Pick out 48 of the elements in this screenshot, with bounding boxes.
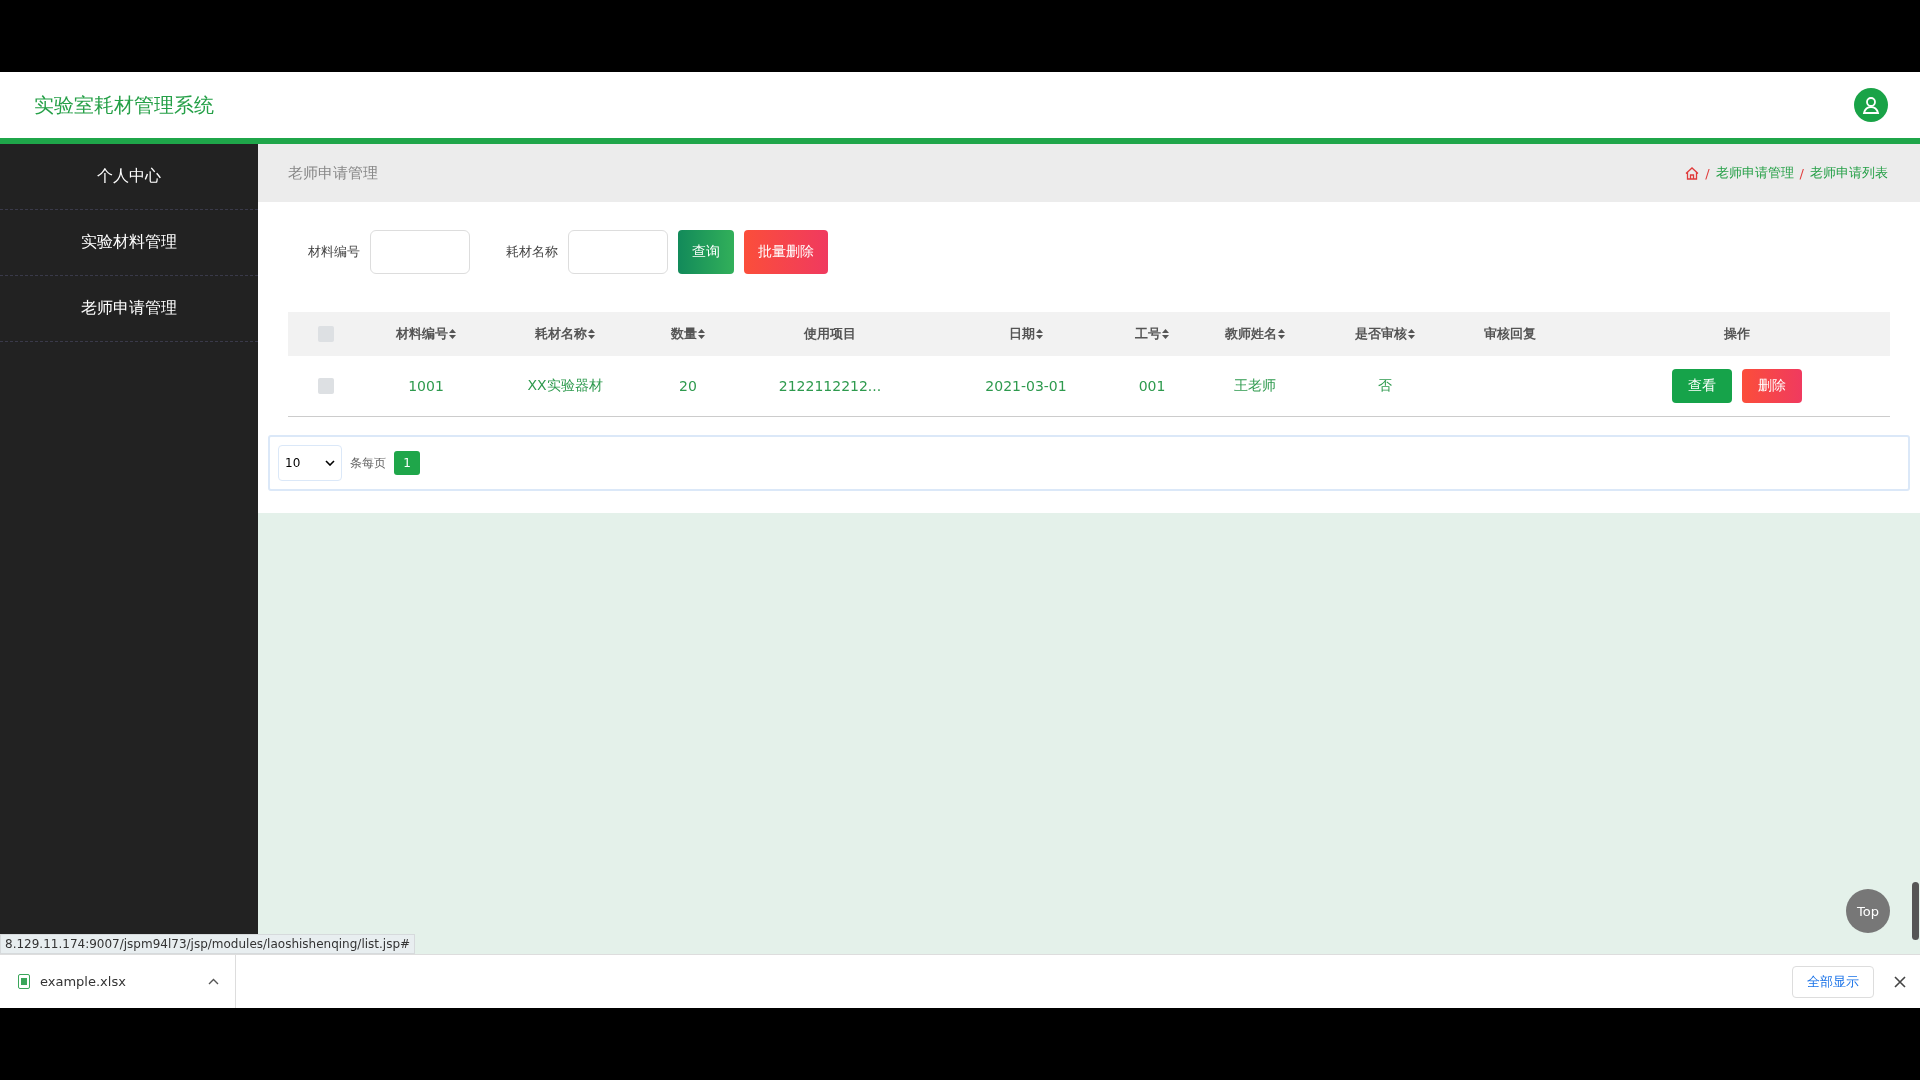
sort-icon[interactable] <box>588 329 595 339</box>
status-url: 8.129.11.174:9007/jspm94l73/jsp/modules/laoshishenqing/list.jsp# <box>0 934 416 954</box>
field-label: 材料编号 <box>308 243 360 261</box>
table-cell: 1001 <box>408 378 444 394</box>
page-size-select[interactable]: 10 <box>278 445 342 481</box>
sort-icon[interactable] <box>1408 329 1415 339</box>
table-cell: 王老师 <box>1234 377 1276 395</box>
chevron-up-icon[interactable] <box>208 978 219 985</box>
column-header[interactable]: 是否审核 <box>1355 325 1415 343</box>
sort-icon[interactable] <box>1278 329 1285 339</box>
app-title: 实验室耗材管理系统 <box>34 91 214 119</box>
batch-delete-button[interactable]: 批量删除 <box>744 230 828 274</box>
table-cell: 001 <box>1138 378 1166 394</box>
table-cell: 2021-03-01 <box>985 378 1067 394</box>
row-checkbox[interactable] <box>317 378 334 394</box>
column-header[interactable]: 日期 <box>1009 325 1043 343</box>
dropdown-caret-icon[interactable] <box>325 460 335 466</box>
table-cell: XX实验器材 <box>527 377 603 395</box>
column-header[interactable]: 数量 <box>671 325 705 343</box>
table-cell: 否 <box>1378 377 1392 395</box>
sort-icon[interactable] <box>449 329 456 339</box>
table-cell: 20 <box>679 378 697 394</box>
column-header[interactable]: 教师姓名 <box>1225 325 1285 343</box>
breadcrumb-separator: / <box>1705 165 1710 181</box>
spreadsheet-file-icon <box>18 974 30 989</box>
breadcrumb-separator: / <box>1799 165 1804 181</box>
column-header: 审核回复 <box>1484 325 1536 343</box>
sort-icon[interactable] <box>698 329 705 339</box>
table-cell: 2122112212... <box>778 378 882 394</box>
column-header[interactable]: 耗材名称 <box>535 325 595 343</box>
close-icon[interactable] <box>1894 975 1906 988</box>
page-title: 老师申请管理 <box>288 163 378 183</box>
home-icon[interactable] <box>1685 166 1700 180</box>
column-header: 使用项目 <box>804 325 856 343</box>
column-header: 操作 <box>1723 325 1750 343</box>
search-field[interactable] <box>568 230 668 274</box>
sort-icon[interactable] <box>1036 329 1043 339</box>
search-button[interactable]: 查询 <box>678 230 734 274</box>
page-size-label: 条每页 <box>350 454 386 472</box>
search-field[interactable] <box>370 230 470 274</box>
delete-button[interactable]: 删除 <box>1741 369 1802 403</box>
field-label: 耗材名称 <box>506 243 558 261</box>
sort-icon[interactable] <box>1162 329 1169 339</box>
show-all-button[interactable]: 全部显示 <box>1792 965 1874 998</box>
column-header[interactable]: 材料编号 <box>396 325 456 343</box>
user-avatar-icon[interactable] <box>1854 88 1888 122</box>
column-header[interactable]: 工号 <box>1135 325 1169 343</box>
scrollbar-thumb[interactable] <box>1912 882 1919 940</box>
